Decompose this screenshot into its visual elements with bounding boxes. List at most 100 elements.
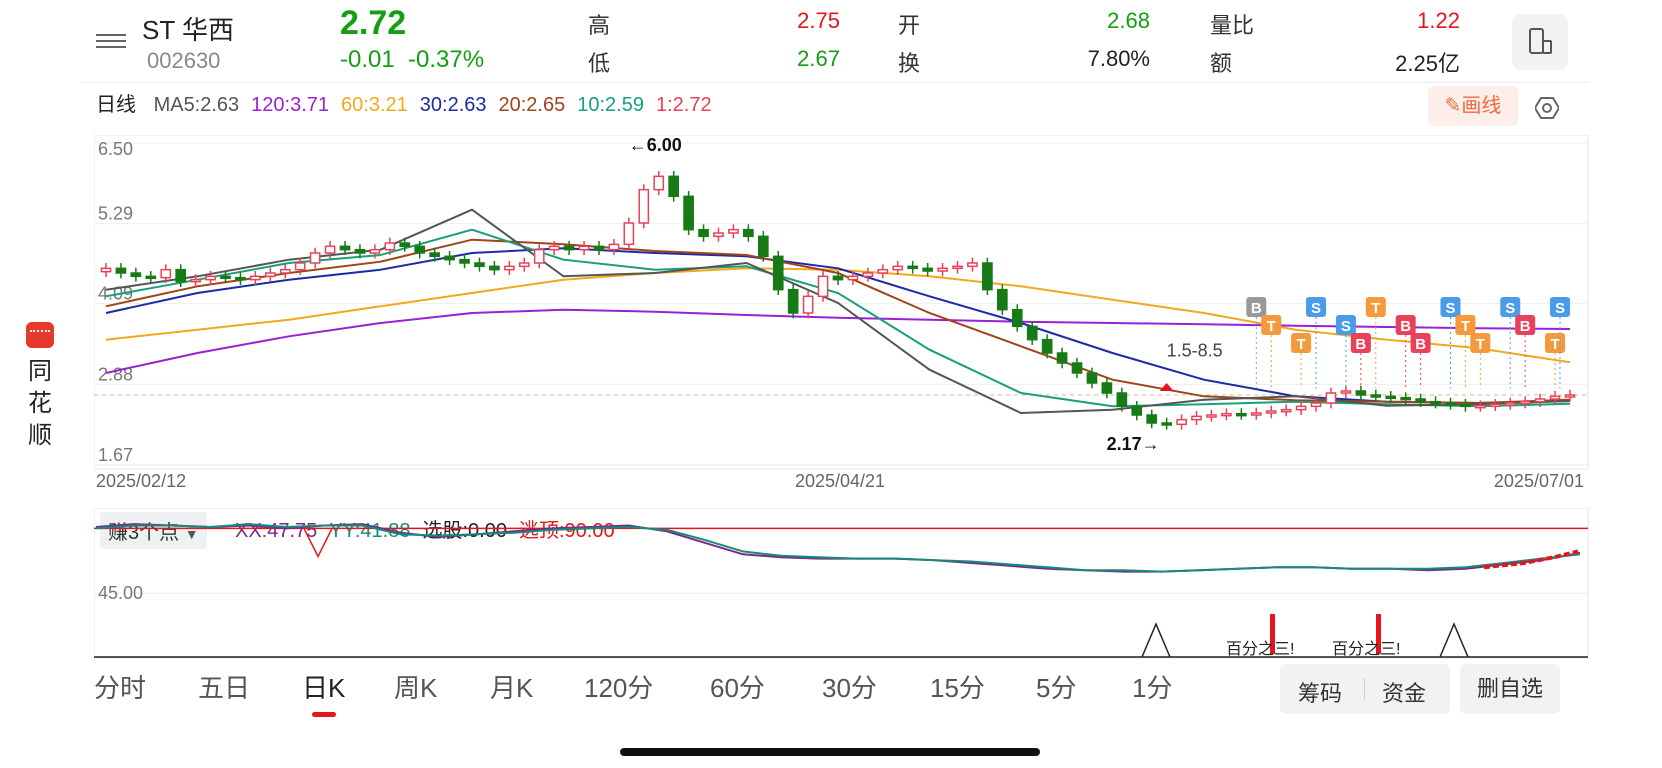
candle (1236, 412, 1247, 417)
candle (1504, 402, 1516, 406)
ma-legend[interactable]: 日线 MA5:2.63 120:3.71 60:3.21 30:2.63 20:2.65… (96, 88, 736, 117)
draw-line-label: 画线 (1461, 95, 1502, 117)
period-tab[interactable]: 日K (302, 668, 345, 705)
period-tab[interactable]: 1分 (1132, 668, 1172, 705)
ma-legend-item: 20:2.65 (498, 94, 566, 116)
indicator-frame (94, 508, 1589, 659)
stat-label-volume-ratio: 量比 (1210, 13, 1255, 38)
signal-spike (1439, 622, 1469, 658)
brand-name-char: 顺 (28, 422, 52, 449)
brand-logo-icon (26, 322, 54, 348)
brand-sidebar[interactable]: 同 花 顺 (22, 322, 58, 452)
candle (713, 232, 724, 238)
candle (474, 262, 485, 268)
candle (1400, 396, 1412, 401)
candle (743, 228, 754, 238)
candle (1280, 408, 1292, 413)
candle (952, 265, 963, 270)
candle (160, 268, 172, 279)
stock-name: ST 华西 (142, 15, 234, 45)
ma-legend-item: 30:2.63 (419, 94, 487, 116)
candle (100, 267, 112, 273)
period-tab[interactable]: 月K (490, 668, 533, 705)
signal-tag-label: B (1355, 336, 1366, 353)
candle (1116, 392, 1128, 408)
low-annotation: 2.17→ (1107, 434, 1160, 454)
candle (1011, 308, 1023, 328)
chips-button[interactable]: 筹码 (1298, 676, 1342, 708)
candle (728, 228, 739, 234)
signal-tag-label: B (1520, 318, 1531, 335)
candle (220, 275, 231, 280)
candle (504, 265, 515, 271)
ma-legend-item: 60:3.21 (341, 94, 408, 116)
candle (1026, 325, 1038, 341)
settings-icon[interactable] (1535, 96, 1559, 120)
menu-icon[interactable] (96, 30, 126, 54)
candle (264, 272, 276, 278)
candle (802, 295, 814, 314)
indicator-chart[interactable]: 45.00 百分之三! 百分之三! (94, 508, 1590, 666)
candle (996, 288, 1008, 311)
period-tab[interactable]: 120分 (584, 668, 653, 705)
signal-tag-label: T (1371, 300, 1380, 317)
candle (1071, 362, 1083, 374)
brand-name-char: 同 (28, 358, 52, 385)
signal-tag-label: B (1251, 300, 1262, 317)
period-tab[interactable]: 5分 (1036, 668, 1076, 705)
period-tab[interactable]: 15分 (930, 668, 985, 705)
signal-tag-label: S (1341, 318, 1351, 335)
ma-legend-item: 120:3.71 (251, 94, 330, 116)
candle (384, 242, 396, 251)
candle (1206, 414, 1217, 418)
header-divider (80, 82, 1590, 83)
divider (1364, 678, 1365, 700)
range-annotation: 1.5-8.5 (1167, 340, 1223, 360)
candle (235, 276, 246, 281)
stock-code: 002630 (147, 48, 221, 73)
candle (638, 188, 650, 224)
candle (1489, 403, 1501, 408)
candle (444, 255, 455, 261)
candle (1265, 410, 1277, 414)
percent-signal-label: 百分之三! (1332, 640, 1400, 658)
signal-tag-label: T (1476, 336, 1485, 353)
draw-line-button[interactable]: ✎画线 (1428, 86, 1518, 126)
stat-value-high: 2.75 (797, 8, 840, 33)
candle (1086, 372, 1098, 384)
active-tab-indicator (312, 712, 336, 717)
candle (593, 245, 605, 251)
period-tab[interactable]: 分时 (94, 668, 146, 705)
signal-spike (1141, 622, 1171, 658)
candle (1325, 392, 1337, 404)
signal-tag-label: T (1550, 336, 1559, 353)
candle (1475, 404, 1486, 409)
landscape-toggle-button[interactable] (1512, 14, 1568, 70)
candle (190, 278, 201, 283)
price-change-pct: -0.37% (408, 46, 485, 73)
candle (862, 272, 874, 278)
stat-value-volume-ratio: 1.22 (1417, 8, 1460, 33)
candle (982, 262, 993, 291)
candle (414, 245, 426, 254)
remove-watchlist-button[interactable]: 删自选 (1460, 664, 1560, 714)
candle (1191, 415, 1202, 421)
period-tab[interactable]: 60分 (710, 668, 765, 705)
period-tab[interactable]: 30分 (822, 668, 877, 705)
high-annotation: ←6.00 (629, 135, 682, 155)
signal-tag-label: S (1505, 300, 1515, 317)
candle (683, 195, 694, 231)
candle (429, 252, 440, 258)
candle (967, 262, 978, 268)
signal-tag-label: T (1267, 318, 1276, 335)
kline-chart[interactable]: 6.505.294.092.881.67←6.002.17→1.5-8.5BTT… (94, 135, 1590, 500)
signal-tag-label: B (1400, 318, 1411, 335)
candle (1534, 398, 1546, 403)
funds-button[interactable]: 资金 (1382, 676, 1426, 708)
candle (1176, 418, 1187, 426)
candle (1310, 402, 1322, 408)
period-tab[interactable]: 五日 (198, 668, 250, 705)
x-tick-label: 2025/04/21 (795, 471, 885, 491)
candle (1445, 402, 1456, 406)
period-tab[interactable]: 周K (394, 668, 437, 705)
